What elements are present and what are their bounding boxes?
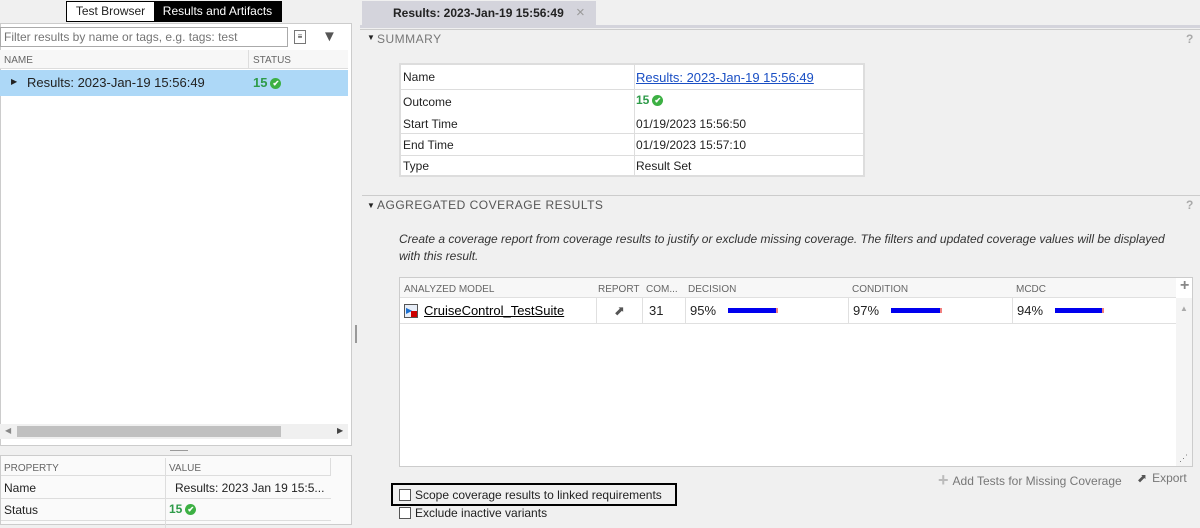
pass-check-icon: ✔ bbox=[185, 504, 197, 516]
filter-input[interactable] bbox=[0, 27, 288, 47]
vertical-splitter[interactable] bbox=[355, 325, 357, 343]
scroll-up-icon[interactable]: ▲ bbox=[1180, 304, 1188, 313]
panel-splitter[interactable] bbox=[170, 450, 188, 451]
summary-name-label: Name bbox=[403, 70, 436, 84]
scroll-thumb[interactable] bbox=[17, 426, 281, 437]
add-tests-button[interactable]: + Add Tests for Missing Coverage bbox=[938, 470, 1122, 491]
column-status[interactable]: STATUS bbox=[253, 55, 291, 66]
tab-results-and-artifacts[interactable]: Results and Artifacts bbox=[154, 2, 281, 21]
document-tab[interactable]: Results: 2023-Jan-19 15:56:49 × bbox=[362, 1, 596, 25]
coverage-help-icon[interactable]: ? bbox=[1186, 198, 1193, 212]
property-name-label: Name bbox=[4, 481, 37, 495]
result-name: Results: 2023-Jan-19 15:56:49 bbox=[27, 75, 205, 90]
model-link[interactable]: CruiseControl_TestSuite bbox=[424, 303, 564, 318]
coverage-description: Create a coverage report from coverage r… bbox=[399, 232, 1165, 263]
resize-grip-icon[interactable]: ⋰ bbox=[1179, 453, 1188, 464]
list-view-icon[interactable]: ≡ bbox=[294, 30, 306, 44]
coverage-row[interactable]: ▶ CruiseControl_TestSuite ⬈ 31 95% 97% 9… bbox=[400, 298, 1176, 324]
summary-name-link[interactable]: Results: 2023-Jan-19 15:56:49 bbox=[636, 70, 814, 85]
report-icon[interactable]: ⬈ bbox=[614, 303, 625, 319]
left-tab-group: Test Browser Results and Artifacts bbox=[66, 1, 282, 22]
property-status-value: 15 ✔ bbox=[169, 502, 197, 516]
summary-end-value: 01/19/2023 15:57:10 bbox=[636, 138, 747, 152]
scroll-left-icon[interactable]: ◀ bbox=[5, 426, 11, 435]
mcdc-bar bbox=[1055, 308, 1105, 313]
pass-check-icon: ✔ bbox=[652, 95, 664, 107]
summary-table: Name Results: 2023-Jan-19 15:56:49 Outco… bbox=[399, 63, 865, 177]
exclude-checkbox-box[interactable] bbox=[399, 507, 411, 519]
export-button[interactable]: ⬈ Export bbox=[1137, 471, 1187, 485]
plus-icon: + bbox=[938, 470, 949, 490]
column-condition[interactable]: CONDITION bbox=[852, 284, 908, 295]
result-row[interactable]: ▶ Results: 2023-Jan-19 15:56:49 15 ✔ bbox=[0, 70, 348, 96]
complexity-value: 31 bbox=[643, 298, 686, 323]
scope-checkbox[interactable]: Scope coverage results to linked require… bbox=[399, 488, 662, 502]
add-column-icon[interactable]: + bbox=[1180, 277, 1189, 295]
column-decision[interactable]: DECISION bbox=[688, 284, 736, 295]
summary-title[interactable]: SUMMARY bbox=[377, 32, 442, 46]
decision-bar bbox=[728, 308, 778, 313]
filter-icon[interactable]: ▼ bbox=[322, 28, 337, 45]
expand-arrow-icon[interactable]: ▶ bbox=[11, 77, 17, 86]
model-icon: ▶ bbox=[404, 303, 418, 318]
summary-collapse-icon[interactable]: ▼ bbox=[367, 33, 375, 42]
scroll-right-icon[interactable]: ▶ bbox=[337, 426, 343, 435]
summary-end-label: End Time bbox=[403, 138, 454, 152]
column-value: VALUE bbox=[169, 463, 202, 474]
coverage-collapse-icon[interactable]: ▼ bbox=[367, 201, 375, 210]
tab-test-browser[interactable]: Test Browser bbox=[67, 2, 154, 21]
summary-help-icon[interactable]: ? bbox=[1186, 32, 1193, 46]
coverage-title[interactable]: AGGREGATED COVERAGE RESULTS bbox=[377, 198, 603, 212]
column-report[interactable]: REPORT bbox=[598, 284, 640, 295]
result-status: 15 ✔ bbox=[253, 75, 282, 90]
pass-check-icon: ✔ bbox=[270, 78, 282, 90]
scope-checkbox-box[interactable] bbox=[399, 489, 411, 501]
condition-bar bbox=[891, 308, 942, 313]
column-property: PROPERTY bbox=[4, 463, 59, 474]
close-tab-icon[interactable]: × bbox=[576, 4, 585, 21]
export-icon: ⬈ bbox=[1137, 471, 1148, 485]
summary-outcome-label: Outcome bbox=[403, 95, 452, 109]
summary-type-label: Type bbox=[403, 159, 430, 173]
property-panel: PROPERTY VALUE Name Results: 2023 Jan 19… bbox=[0, 455, 352, 528]
column-complexity[interactable]: COM... bbox=[646, 284, 678, 295]
summary-type-value: Result Set bbox=[636, 159, 692, 173]
property-name-value: Results: 2023 Jan 19 15:5... bbox=[175, 481, 325, 495]
column-name[interactable]: NAME bbox=[4, 55, 33, 66]
horizontal-scrollbar[interactable]: ◀ ▶ bbox=[0, 424, 348, 439]
mcdc-value: 94% bbox=[1017, 303, 1044, 318]
property-status-label: Status bbox=[4, 503, 39, 517]
column-mcdc[interactable]: MCDC bbox=[1016, 284, 1046, 295]
condition-value: 97% bbox=[853, 303, 880, 318]
document-tab-label: Results: 2023-Jan-19 15:56:49 bbox=[393, 6, 564, 20]
summary-start-value: 01/19/2023 15:56:50 bbox=[636, 117, 747, 131]
summary-start-label: Start Time bbox=[403, 117, 458, 131]
summary-outcome-value: 15 ✔ bbox=[636, 93, 664, 107]
exclude-inactive-checkbox[interactable]: Exclude inactive variants bbox=[399, 506, 547, 520]
table-vertical-scrollbar[interactable]: ▲ ⋰ bbox=[1176, 298, 1192, 466]
column-analyzed-model[interactable]: ANALYZED MODEL bbox=[404, 284, 494, 295]
coverage-table: ANALYZED MODEL REPORT COM... DECISION CO… bbox=[399, 277, 1193, 467]
results-list-header: NAME STATUS bbox=[0, 50, 348, 69]
decision-value: 95% bbox=[690, 303, 717, 318]
